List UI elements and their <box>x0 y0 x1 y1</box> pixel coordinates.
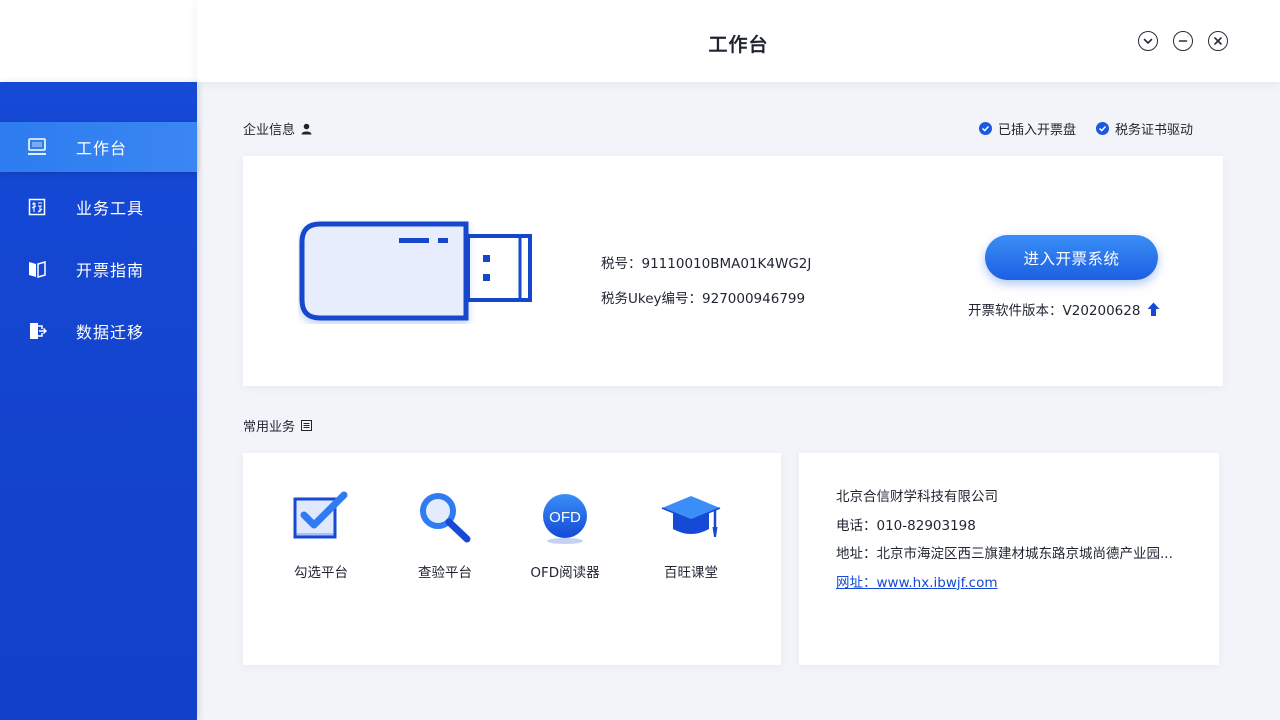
sidebar-item-invoice-guide[interactable]: 开票指南 <box>0 244 197 294</box>
service-label: OFD阅读器 <box>515 561 615 581</box>
sidebar-item-label: 业务工具 <box>76 195 144 219</box>
tax-info: 税号：91110010BMA01K4WG2J 税务Ukey编号：92700094… <box>601 247 811 317</box>
checkbox-icon <box>290 491 352 547</box>
minimize-button[interactable] <box>1173 31 1193 51</box>
company-address: 地址：北京市海淀区西三旗建材城东路京城尚德产业园... <box>836 540 1173 569</box>
status-label: 已插入开票盘 <box>998 119 1076 138</box>
ukey-number: 税务Ukey编号：927000946799 <box>601 282 811 317</box>
software-version: 开票软件版本：V20200628 <box>968 299 1160 319</box>
company-website-link[interactable]: 网址：www.hx.ibwjf.com <box>836 569 1173 598</box>
book-icon <box>27 259 47 279</box>
version-label: 开票软件版本：V20200628 <box>968 299 1140 319</box>
service-label: 查验平台 <box>395 561 495 581</box>
minus-icon <box>1177 35 1189 47</box>
company-phone: 电话：010-82903198 <box>836 512 1173 541</box>
dropdown-button[interactable] <box>1138 31 1158 51</box>
exit-icon <box>27 321 47 341</box>
sidebar-item-label: 开票指南 <box>76 257 144 281</box>
status-cert-driver: 税务证书驱动 <box>1096 119 1193 138</box>
ofd-badge-text: OFD <box>549 509 581 526</box>
check-circle-icon <box>1096 122 1109 135</box>
usb-key-icon <box>298 218 538 324</box>
brand-area <box>0 0 197 82</box>
service-label: 百旺课堂 <box>641 561 741 581</box>
sidebar-item-label: 工作台 <box>76 135 127 159</box>
sidebar-item-business-tools[interactable]: 业务工具 <box>0 182 197 232</box>
check-circle-icon <box>979 122 992 135</box>
sidebar-item-workbench[interactable]: 工作台 <box>0 122 197 172</box>
chevron-down-icon <box>1142 35 1154 47</box>
service-check-platform[interactable]: 勾选平台 <box>271 489 371 581</box>
enterprise-section-title: 企业信息 <box>243 119 312 138</box>
graduation-cap-icon <box>660 491 722 547</box>
service-ofd-reader[interactable]: OFD OFD阅读器 <box>515 489 615 581</box>
enter-invoice-system-button[interactable]: 进入开票系统 <box>985 235 1158 280</box>
close-button[interactable] <box>1208 31 1228 51</box>
section-title-label: 企业信息 <box>243 119 295 138</box>
common-services-card: 勾选平台 查验平台 OFD OFD阅读器 <box>243 453 781 665</box>
window-controls <box>1138 31 1228 51</box>
ofd-icon: OFD <box>534 491 596 547</box>
status-group: 已插入开票盘 税务证书驱动 <box>979 119 1193 138</box>
status-label: 税务证书驱动 <box>1115 119 1193 138</box>
service-baiwang-classroom[interactable]: 百旺课堂 <box>641 489 741 581</box>
company-name: 北京合信财学科技有限公司 <box>836 483 1173 512</box>
common-business-section-title: 常用业务 <box>243 416 312 435</box>
tax-number: 税号：91110010BMA01K4WG2J <box>601 247 811 282</box>
status-disk-inserted: 已插入开票盘 <box>979 119 1076 138</box>
list-icon <box>301 420 312 431</box>
service-label: 勾选平台 <box>271 561 371 581</box>
magnifier-icon <box>414 491 476 547</box>
close-icon <box>1212 35 1224 47</box>
sidebar-item-label: 数据迁移 <box>76 319 144 343</box>
upgrade-arrow-icon[interactable] <box>1147 302 1160 317</box>
company-info-card: 北京合信财学科技有限公司 电话：010-82903198 地址：北京市海淀区西三… <box>799 453 1219 665</box>
page-title: 工作台 <box>197 30 1280 57</box>
header: 工作台 <box>197 0 1280 82</box>
sidebar-item-data-migration[interactable]: 数据迁移 <box>0 306 197 356</box>
monitor-icon <box>27 137 47 157</box>
enterprise-info-card: 税号：91110010BMA01K4WG2J 税务Ukey编号：92700094… <box>243 156 1223 386</box>
sidebar: 工作台 业务工具 开票指南 数据迁移 <box>0 82 197 720</box>
tax-icon <box>27 197 47 217</box>
user-icon <box>301 123 312 135</box>
service-verify-platform[interactable]: 查验平台 <box>395 489 495 581</box>
section-title-label: 常用业务 <box>243 416 295 435</box>
